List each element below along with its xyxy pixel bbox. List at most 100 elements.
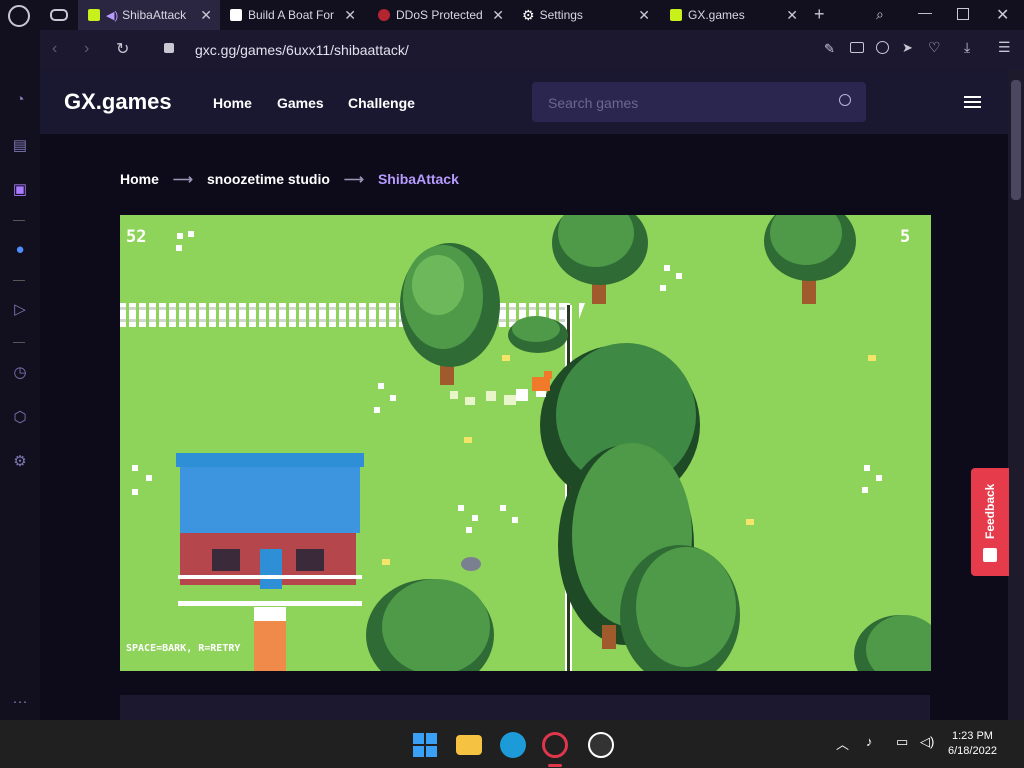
forward-button[interactable]: › [84,40,89,58]
active-indicator [548,764,562,767]
feedback-label: Feedback [983,483,997,539]
tab-settings[interactable]: ⚙ Settings ✕ [516,0,658,30]
new-tab-button[interactable]: + [814,4,825,25]
roblox-favicon-icon [230,9,242,21]
search-input[interactable]: Search games [532,82,866,122]
back-button[interactable]: ‹ [52,40,57,58]
ddos-favicon-icon [378,9,390,21]
tab-label: Settings [539,8,583,22]
gx-control-icon[interactable]: ▤ [10,136,30,156]
search-tabs-icon[interactable]: ⌕ [876,6,884,23]
microphone-icon[interactable]: ♪ [866,734,873,749]
mouse-cursor-icon [579,303,585,319]
site-logo[interactable]: GX.games [64,89,172,115]
gx-favicon-icon [88,9,100,21]
score-right: 5 [900,227,911,247]
breadcrumb-current: ShibaAttack [377,171,459,187]
breadcrumb: Home ⟶ snoozetime studio ⟶ ShibaAttack [120,171,459,188]
url-field[interactable]: gxc.gg/games/6uxx11/shibaattack/ [195,42,409,58]
address-bar: ‹ › ↻ ✎ ➤ ♡ ⤓ ☰ [40,30,1024,70]
divider [13,220,25,221]
taskbar-clock[interactable]: 1:23 PM 6/18/2022 [948,729,997,759]
tab-label: ShibaAttack [122,8,187,22]
game-canvas[interactable]: 52 5 SPACE=BARK, R=RETRY [120,215,931,671]
page-content: GX.games Home Games Challenge Search gam… [40,70,1008,720]
nav-games[interactable]: Games [277,95,324,111]
breadcrumb-home[interactable]: Home [120,171,159,188]
clock-time: 1:23 PM [951,730,993,742]
game-scene [120,215,931,671]
close-icon[interactable]: ✕ [344,7,356,24]
easy-setup-icon[interactable]: ☰ [998,39,1011,56]
tree-top-center [400,243,500,385]
network-icon[interactable]: ▭ [896,734,908,750]
tab-label: Build A Boat For [248,8,335,22]
settings-icon[interactable]: ⚙ [10,452,30,472]
divider [13,280,25,281]
restore-button[interactable] [957,8,969,20]
windows-start-icon[interactable] [412,732,438,758]
messenger-icon[interactable]: ● [10,240,30,260]
edge-browser-icon[interactable] [500,732,526,758]
close-icon[interactable]: ✕ [638,7,650,24]
tab-label: GX.games [688,8,745,22]
divider [13,342,25,343]
breadcrumb-studio[interactable]: snoozetime studio [207,171,330,188]
opera-gx-logo-icon[interactable] [8,5,30,27]
gamepad-icon[interactable] [50,9,68,21]
tab-build-a-boat[interactable]: Build A Boat For ✕ [222,0,364,30]
minimize-button[interactable]: — [918,4,932,20]
close-icon[interactable]: ✕ [786,7,798,24]
heart-icon[interactable]: ♡ [928,39,941,56]
feedback-button[interactable]: Feedback [971,468,1009,576]
twitch-icon[interactable]: ▣ [10,180,30,200]
tree-top-right [764,215,856,304]
chevron-up-icon[interactable]: ︿ [836,734,849,753]
arrow-right-icon: ⟶ [343,171,364,187]
tree-bottom-right [854,615,931,671]
tab-ddos-protected[interactable]: DDoS Protected ✕ [370,0,512,30]
speaker-icon: ◀) [106,9,119,22]
site-navbar: GX.games Home Games Challenge Search gam… [40,70,1008,134]
adblock-icon[interactable] [876,41,889,54]
gear-icon: ⚙ [522,6,535,23]
volume-icon[interactable]: ◁) [920,734,934,750]
more-icon[interactable]: ··· [10,692,30,712]
tree-top-middle [552,215,648,304]
edit-icon[interactable]: ✎ [824,41,835,57]
gx-favicon-icon [670,9,682,21]
house [176,453,364,671]
extensions-icon[interactable]: ⬡ [10,408,30,428]
arrow-right-icon: ⟶ [172,171,193,187]
dust-trail [450,389,528,405]
lock-icon[interactable] [164,43,174,53]
tab-bar: ◀) ShibaAttack ✕ Build A Boat For ✕ DDoS… [0,0,1024,30]
search-icon[interactable] [839,94,851,106]
tab-gx-games[interactable]: GX.games ✕ [664,0,806,30]
nav-challenge[interactable]: Challenge [348,95,415,111]
close-icon[interactable]: ✕ [492,7,504,24]
game-info-panel [120,695,930,720]
camera-icon[interactable] [850,42,864,53]
player-icon[interactable]: ▷ [10,300,30,320]
feedback-icon [983,548,997,562]
windows-taskbar: ︿ ♪ ▭ ◁) [0,720,1024,768]
hamburger-menu-icon[interactable] [964,96,981,108]
file-explorer-icon[interactable] [456,735,482,755]
controls-hint: SPACE=BARK, R=RETRY [126,643,241,654]
window-close-button[interactable]: ✕ [996,5,1009,25]
speed-dial-icon[interactable]: ◔ [10,90,30,110]
score-left: 52 [126,227,147,247]
tree-bottom-left [366,579,494,671]
tab-shibaattack[interactable]: ◀) ShibaAttack ✕ [78,0,220,30]
history-icon[interactable]: ◷ [10,363,30,383]
send-icon[interactable]: ➤ [902,40,913,56]
close-icon[interactable]: ✕ [200,7,212,24]
reload-button[interactable]: ↻ [116,39,129,59]
tab-label: DDoS Protected [396,8,483,22]
scrollbar-thumb[interactable] [1011,80,1021,200]
opera-gx-taskbar-icon[interactable] [542,732,568,758]
obs-icon[interactable] [588,732,614,758]
download-icon[interactable]: ⤓ [964,39,970,56]
nav-home[interactable]: Home [213,95,252,111]
